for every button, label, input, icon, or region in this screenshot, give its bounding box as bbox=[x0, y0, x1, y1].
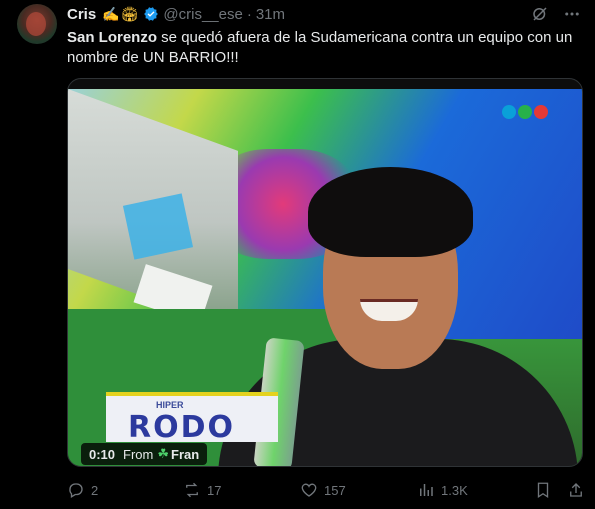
views-button[interactable]: 1.3K bbox=[417, 480, 468, 500]
overlay-small-text: HIPER bbox=[156, 400, 184, 410]
reply-button[interactable]: 2 bbox=[67, 480, 98, 500]
video-badge[interactable]: 0:10 From ☘ Fran bbox=[81, 443, 208, 465]
tv-network-logo bbox=[502, 105, 548, 119]
heart-icon bbox=[301, 483, 317, 497]
from-label: From bbox=[123, 446, 154, 462]
views-count: 1.3K bbox=[441, 482, 468, 498]
repost-count: 17 bbox=[207, 482, 222, 498]
bookmark-icon bbox=[537, 482, 549, 499]
clover-icon: ☘ bbox=[157, 446, 170, 461]
media-container[interactable]: HIPER RODO 0:10 From ☘ Fran bbox=[67, 78, 583, 467]
share-icon bbox=[570, 483, 582, 497]
video-overlay-logo: HIPER RODO bbox=[106, 392, 278, 445]
tweet-header: Cris ✍️🏟 @cris__ese · 31m bbox=[67, 4, 581, 24]
video-player[interactable]: HIPER RODO 0:10 From ☘ Fran bbox=[68, 89, 582, 466]
like-button[interactable]: 157 bbox=[300, 480, 346, 500]
repost-button[interactable]: 17 bbox=[183, 480, 221, 500]
bookmark-button[interactable] bbox=[534, 480, 552, 500]
analytics-icon bbox=[420, 484, 433, 496]
avatar[interactable] bbox=[17, 4, 57, 44]
author-handle[interactable]: @cris__ese bbox=[163, 6, 242, 23]
author-emoji: ✍️🏟 bbox=[102, 5, 140, 22]
person-hair bbox=[308, 167, 473, 257]
author-name[interactable]: Cris bbox=[67, 6, 96, 23]
tweet-text-bold: San Lorenzo bbox=[67, 29, 158, 46]
video-time: 0:10 bbox=[89, 446, 116, 462]
separator-dot: · bbox=[246, 5, 252, 23]
logo-dot-green bbox=[518, 105, 532, 119]
logo-dot-blue bbox=[502, 105, 516, 119]
tweet-text: San Lorenzo se quedó afuera de la Sudame… bbox=[67, 28, 582, 68]
source-name[interactable]: Fran bbox=[171, 447, 199, 462]
more-icon[interactable] bbox=[563, 5, 581, 23]
like-count: 157 bbox=[324, 482, 346, 498]
verified-icon bbox=[143, 6, 159, 22]
overlay-big-text: RODO bbox=[128, 410, 236, 445]
logo-dot-red bbox=[534, 105, 548, 119]
repost-icon bbox=[186, 482, 198, 498]
grok-icon[interactable] bbox=[531, 5, 549, 23]
action-bar: 2 17 157 1.3K bbox=[67, 480, 585, 500]
reply-icon bbox=[69, 483, 83, 498]
share-button[interactable] bbox=[567, 480, 585, 500]
reply-count: 2 bbox=[91, 482, 99, 498]
tweet-time[interactable]: 31m bbox=[256, 6, 285, 23]
